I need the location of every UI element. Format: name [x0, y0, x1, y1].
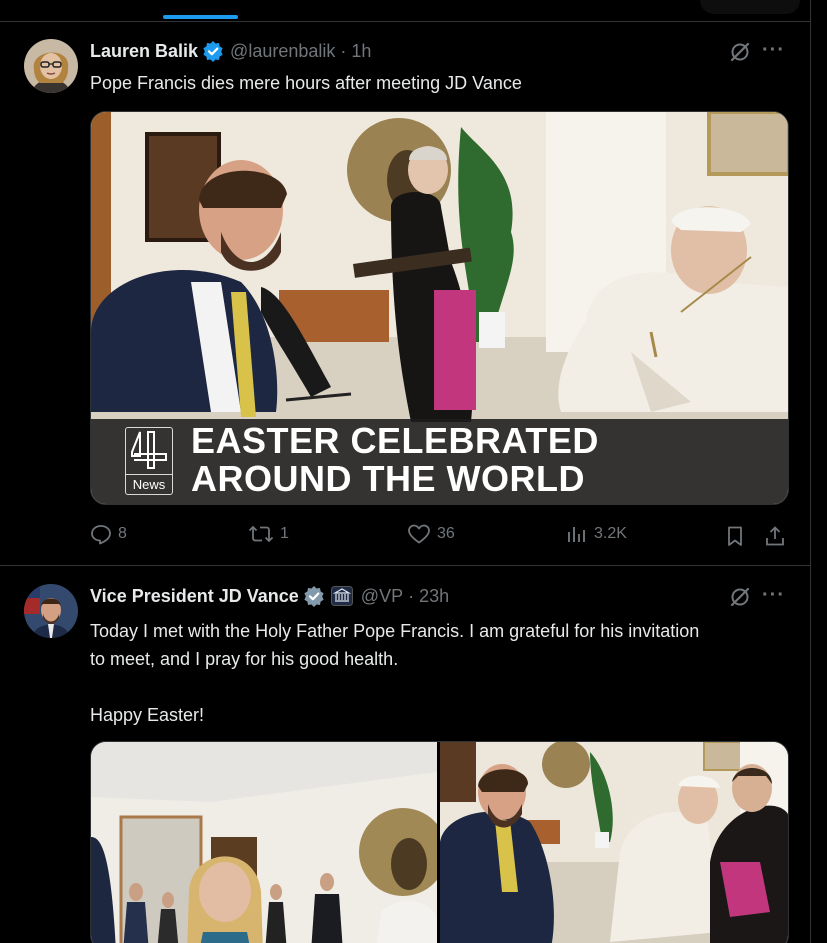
- photo-vatican-hallway-group[interactable]: [91, 742, 437, 943]
- reply-icon: [91, 525, 111, 545]
- repost-icon: [248, 525, 274, 543]
- views-button[interactable]: 3.2K: [566, 523, 627, 545]
- tweet-text-line-2: to meet, and I pray for his good health.: [90, 649, 399, 669]
- tweet-header: Lauren Balik @laurenbalik · 1h: [90, 40, 371, 62]
- tweet-media-grid: [90, 741, 789, 943]
- tweet-text-line-1: Today I met with the Holy Father Pope Fr…: [90, 621, 700, 641]
- avatar[interactable]: [24, 584, 78, 638]
- like-button[interactable]: 36: [407, 523, 455, 545]
- headline-line-2: AROUND THE WORLD: [191, 458, 585, 499]
- user-handle[interactable]: @VP: [361, 586, 403, 607]
- share-icon[interactable]: [764, 525, 786, 552]
- active-tab-indicator: [163, 15, 238, 19]
- tweet[interactable]: Lauren Balik @laurenbalik · 1h ··· Pope …: [0, 23, 810, 566]
- view-count: 3.2K: [594, 525, 627, 542]
- tweet-text-line-3: Happy Easter!: [90, 705, 205, 725]
- user-handle[interactable]: @laurenbalik: [230, 41, 335, 62]
- like-count: 36: [437, 525, 455, 542]
- grok-icon[interactable]: [729, 41, 751, 63]
- top-tab-bar: [0, 0, 810, 22]
- more-icon[interactable]: ···: [762, 584, 785, 607]
- tweet-actions: 8 1 36 3.2K: [90, 523, 790, 551]
- repost-count: 1: [280, 525, 289, 542]
- tweet-text: Pope Francis dies mere hours after meeti…: [90, 73, 522, 93]
- photo-vance-pope-seated[interactable]: [440, 742, 789, 943]
- top-right-fade: [700, 0, 800, 14]
- timeline-column: Lauren Balik @laurenbalik · 1h ··· Pope …: [0, 0, 811, 943]
- timestamp[interactable]: · 23h: [408, 586, 449, 607]
- media-headline: EASTER CELEBRATED AROUND THE WORLD: [191, 422, 599, 498]
- repost-button[interactable]: 1: [248, 523, 289, 545]
- media-caption-bar: News EASTER CELEBRATED AROUND THE WORLD: [91, 419, 788, 504]
- verified-badge-icon: [202, 40, 224, 62]
- bookmark-icon[interactable]: [724, 525, 746, 552]
- like-icon: [408, 524, 430, 544]
- tweet-text: Today I met with the Holy Father Pope Fr…: [90, 617, 790, 729]
- display-name[interactable]: Lauren Balik: [90, 41, 198, 62]
- channel4-logo: News: [125, 427, 173, 495]
- headline-line-1: EASTER CELEBRATED: [191, 420, 599, 461]
- reply-button[interactable]: 8: [90, 523, 127, 545]
- tweet-header: Vice President JD Vance @VP · 23h: [90, 585, 449, 607]
- tweet[interactable]: Vice President JD Vance @VP · 23h ··· To…: [0, 567, 810, 943]
- timestamp[interactable]: · 1h: [340, 41, 371, 62]
- reply-count: 8: [118, 525, 127, 542]
- tweet-media-image[interactable]: News EASTER CELEBRATED AROUND THE WORLD: [90, 111, 789, 505]
- government-badge-icon[interactable]: [330, 586, 353, 606]
- more-icon[interactable]: ···: [762, 39, 785, 62]
- logo-news-label: News: [126, 474, 172, 494]
- grok-icon[interactable]: [729, 586, 751, 608]
- display-name[interactable]: Vice President JD Vance: [90, 586, 299, 607]
- government-verified-badge-icon: [303, 585, 325, 607]
- avatar[interactable]: [24, 39, 78, 93]
- views-icon: [568, 527, 585, 542]
